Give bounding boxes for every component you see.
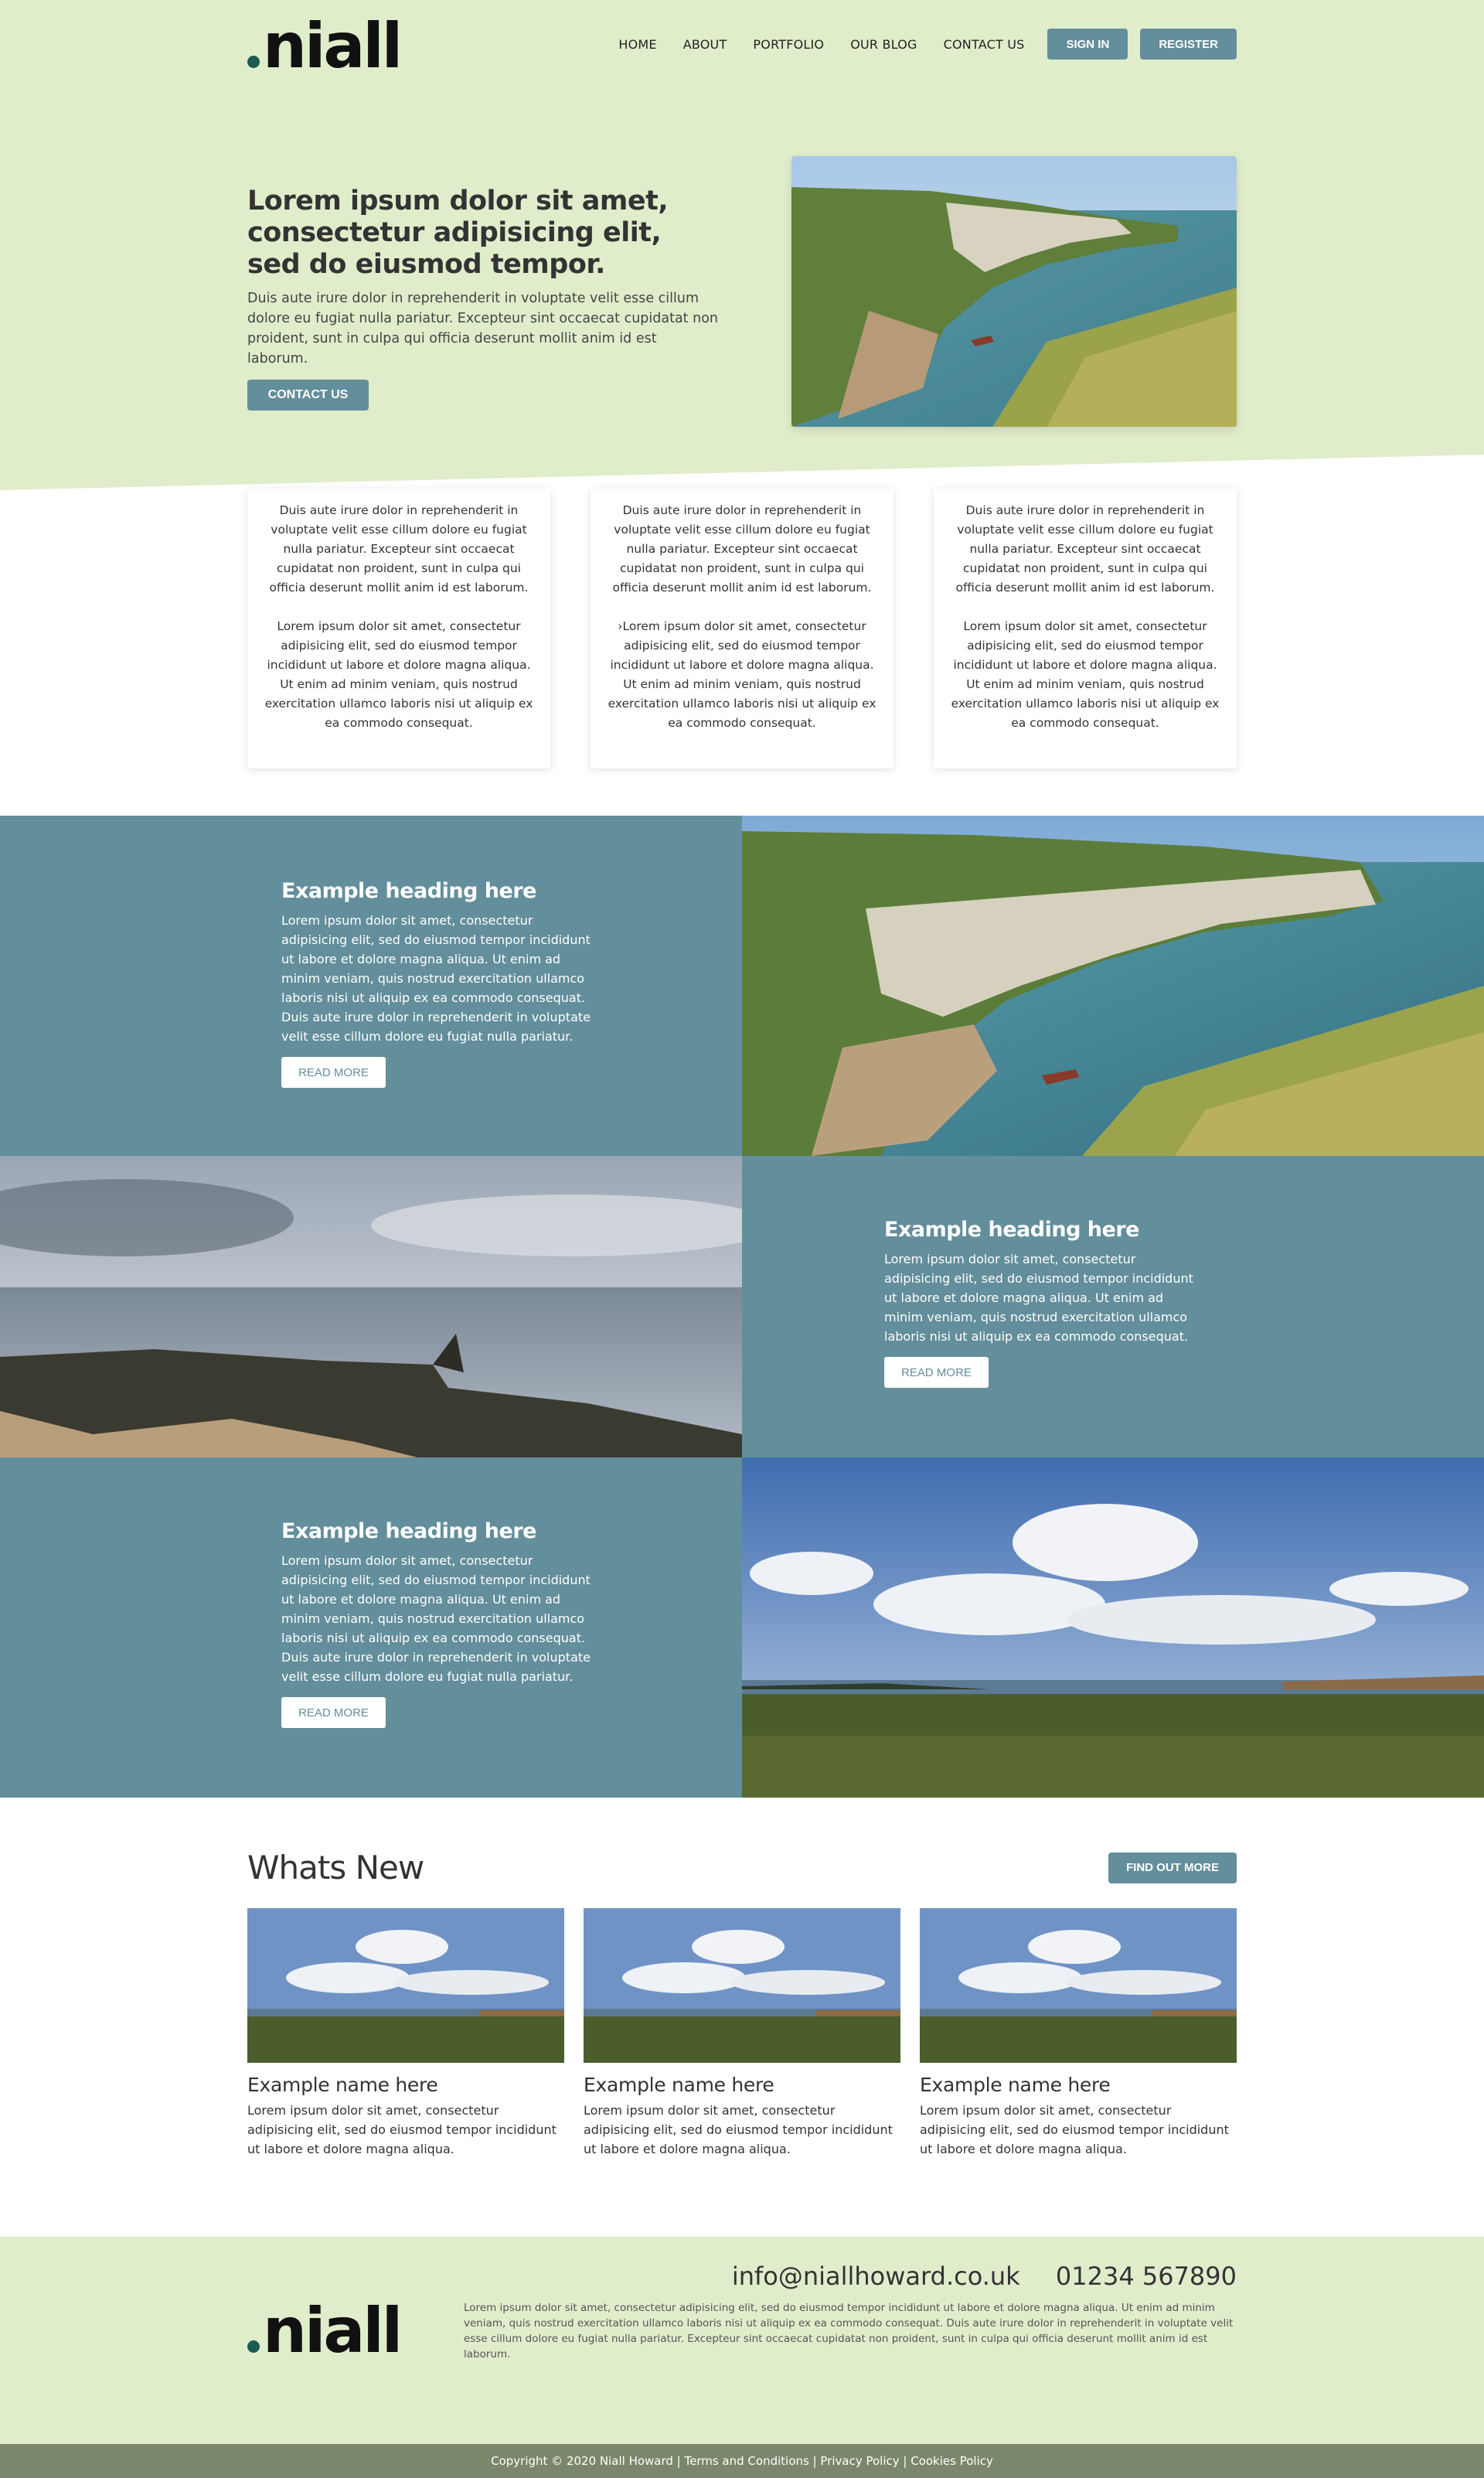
nav-contact-link[interactable]: CONTACT US bbox=[944, 37, 1025, 52]
logo-dot-icon bbox=[247, 56, 260, 68]
news-card-body: Lorem ipsum dolor sit amet, consectetur … bbox=[584, 2103, 893, 2156]
copyright-text: Copyright © 2020 Niall Howard | Terms an… bbox=[491, 2454, 993, 2468]
contact-us-button[interactable]: CONTACT US bbox=[247, 380, 369, 411]
feature-body: Lorem ipsum dolor sit amet, consectetur … bbox=[281, 1553, 591, 1684]
news-card-title: Example name here bbox=[920, 2074, 1111, 2096]
news-image bbox=[920, 1908, 1237, 2063]
footer-phone[interactable]: 01234 567890 bbox=[1056, 2262, 1237, 2291]
info-card: Duis aute irure dolor in reprehenderit i… bbox=[591, 489, 893, 769]
top-nav: niall HOME ABOUT PORTFOLIO OUR BLOG CONT… bbox=[247, 0, 1237, 88]
news-card-body: Lorem ipsum dolor sit amet, consectetur … bbox=[247, 2103, 556, 2156]
card-text: ›Lorem ipsum dolor sit amet, consectetur… bbox=[608, 619, 876, 730]
footer-text: Lorem ipsum dolor sit amet, consectetur … bbox=[464, 2302, 1234, 2360]
whats-new-title: Whats New bbox=[247, 1849, 424, 1887]
find-out-more-button[interactable]: FIND OUT MORE bbox=[1108, 1852, 1237, 1883]
nav-home-link[interactable]: HOME bbox=[618, 37, 656, 52]
news-card[interactable]: Example name here Lorem ipsum dolor sit … bbox=[920, 1908, 1237, 2159]
news-card-body: Lorem ipsum dolor sit amet, consectetur … bbox=[920, 2103, 1229, 2156]
info-card: Duis aute irure dolor in reprehenderit i… bbox=[934, 489, 1237, 769]
sign-in-button[interactable]: SIGN IN bbox=[1047, 29, 1128, 60]
card-text: Duis aute irure dolor in reprehenderit i… bbox=[269, 503, 529, 595]
news-card-title: Example name here bbox=[247, 2074, 438, 2096]
cliff-coast-image bbox=[742, 816, 1484, 1156]
site-logo[interactable]: niall bbox=[247, 10, 403, 82]
footer-logo[interactable]: niall bbox=[247, 2292, 403, 2367]
main-menu: HOME ABOUT PORTFOLIO OUR BLOG CONTACT US… bbox=[592, 29, 1237, 60]
register-button[interactable]: REGISTER bbox=[1140, 29, 1237, 60]
feature-heading: Example heading here bbox=[281, 879, 536, 903]
beach-rocks-image bbox=[0, 1156, 742, 1457]
site-footer: niall info@niallhoward.co.uk 01234 56789… bbox=[0, 2237, 1484, 2444]
logo-text: niall bbox=[263, 10, 403, 82]
news-card[interactable]: Example name here Lorem ipsum dolor sit … bbox=[584, 1908, 900, 2159]
info-card: Duis aute irure dolor in reprehenderit i… bbox=[247, 489, 550, 769]
feature-body: Lorem ipsum dolor sit amet, consectetur … bbox=[884, 1252, 1193, 1344]
nav-portfolio-link[interactable]: PORTFOLIO bbox=[753, 37, 824, 52]
news-card[interactable]: Example name here Lorem ipsum dolor sit … bbox=[247, 1908, 564, 2159]
feature-body: Lorem ipsum dolor sit amet, consectetur … bbox=[281, 913, 591, 1044]
read-more-button[interactable]: READ MORE bbox=[281, 1057, 386, 1088]
card-text: Lorem ipsum dolor sit amet, consectetur … bbox=[951, 619, 1220, 730]
news-image bbox=[584, 1908, 900, 2063]
feature-row: Example heading here Lorem ipsum dolor s… bbox=[0, 1457, 1484, 1798]
hero-heading: Lorem ipsum dolor sit amet, consectetur … bbox=[247, 186, 669, 280]
card-text: Lorem ipsum dolor sit amet, consectetur … bbox=[264, 619, 533, 730]
copyright-bar: Copyright © 2020 Niall Howard | Terms an… bbox=[0, 2444, 1484, 2478]
hero-section: niall HOME ABOUT PORTFOLIO OUR BLOG CONT… bbox=[0, 0, 1484, 490]
feature-row: Example heading here Lorem ipsum dolor s… bbox=[0, 816, 1484, 1156]
card-text: Duis aute irure dolor in reprehenderit i… bbox=[955, 503, 1215, 595]
nav-about-link[interactable]: ABOUT bbox=[683, 37, 727, 52]
whats-new-section: Whats New FIND OUT MORE Example name her… bbox=[0, 1798, 1484, 2237]
news-card-title: Example name here bbox=[584, 2074, 774, 2096]
news-image bbox=[247, 1908, 564, 2063]
feature-heading: Example heading here bbox=[281, 1519, 536, 1543]
footer-contact: info@niallhoward.co.uk 01234 567890 bbox=[464, 2262, 1237, 2291]
cards-section: Duis aute irure dolor in reprehenderit i… bbox=[0, 489, 1484, 816]
nav-blog-link[interactable]: OUR BLOG bbox=[850, 37, 917, 52]
logo-text: niall bbox=[263, 2295, 403, 2367]
feature-heading: Example heading here bbox=[884, 1218, 1139, 1242]
footer-email[interactable]: info@niallhoward.co.uk bbox=[732, 2262, 1020, 2291]
card-text: Duis aute irure dolor in reprehenderit i… bbox=[612, 503, 872, 595]
feature-row: Example heading here Lorem ipsum dolor s… bbox=[0, 1156, 1484, 1457]
read-more-button[interactable]: READ MORE bbox=[884, 1357, 989, 1388]
hero-coast-image bbox=[791, 156, 1237, 427]
read-more-button[interactable]: READ MORE bbox=[281, 1697, 386, 1728]
hero-body: Duis aute irure dolor in reprehenderit i… bbox=[247, 291, 718, 366]
field-sky-image bbox=[742, 1457, 1484, 1798]
logo-dot-icon bbox=[247, 2340, 260, 2353]
